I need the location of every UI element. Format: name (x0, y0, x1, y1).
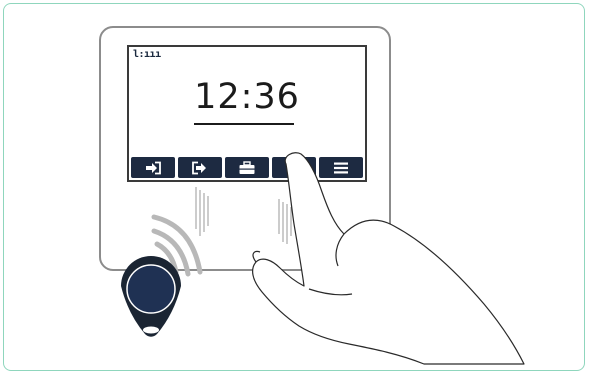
reader-hatch-right (278, 199, 292, 244)
illustration-overlay (121, 152, 525, 365)
reader-hatch-left (195, 187, 209, 236)
hand-illustration (252, 152, 525, 365)
key-fob-icon (121, 256, 181, 337)
illustration-frame: l:ııı 12:36 (3, 3, 585, 371)
